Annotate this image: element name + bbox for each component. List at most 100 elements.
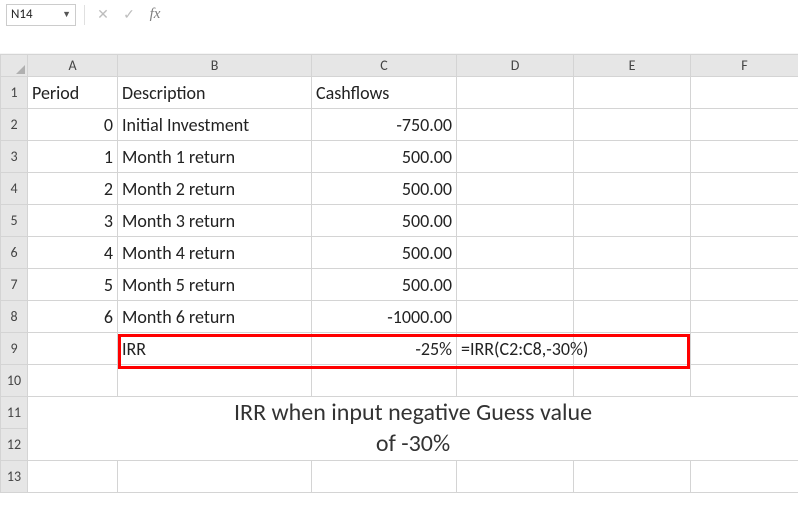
cell-B13[interactable] xyxy=(118,461,312,493)
cell-E13[interactable] xyxy=(574,461,691,493)
cell-B10[interactable] xyxy=(118,365,312,397)
row-header-4[interactable]: 4 xyxy=(1,173,28,205)
cell-D8[interactable] xyxy=(457,301,574,333)
cell-F3[interactable] xyxy=(691,141,798,173)
cell-D3[interactable] xyxy=(457,141,574,173)
cancel-icon[interactable]: ✕ xyxy=(93,5,113,25)
row-header-2[interactable]: 2 xyxy=(1,109,28,141)
cell-D13[interactable] xyxy=(457,461,574,493)
cell-E4[interactable] xyxy=(574,173,691,205)
cell-C5[interactable]: 500.00 xyxy=(312,205,457,237)
cell-E8[interactable] xyxy=(574,301,691,333)
row-header-1[interactable]: 1 xyxy=(1,77,28,109)
grid[interactable]: A B C D E F 1 Period Description Cashflo… xyxy=(0,54,798,493)
cell-C7[interactable]: 500.00 xyxy=(312,269,457,301)
row-header-6[interactable]: 6 xyxy=(1,237,28,269)
cell-F4[interactable] xyxy=(691,173,798,205)
cell-E3[interactable] xyxy=(574,141,691,173)
name-box-dropdown-icon[interactable]: ▼ xyxy=(58,9,71,20)
col-header-A[interactable]: A xyxy=(28,55,118,77)
col-header-C[interactable]: C xyxy=(312,55,457,77)
formula-input[interactable] xyxy=(171,4,792,26)
cell-B8[interactable]: Month 6 return xyxy=(118,301,312,333)
cell-C6[interactable]: 500.00 xyxy=(312,237,457,269)
cell-E9[interactable] xyxy=(574,333,691,365)
column-header-row: A B C D E F xyxy=(1,55,798,77)
caption-line2[interactable]: of -30% xyxy=(28,429,798,461)
cell-E1[interactable] xyxy=(574,77,691,109)
cell-A8[interactable]: 6 xyxy=(28,301,118,333)
cell-A2[interactable]: 0 xyxy=(28,109,118,141)
cell-A3[interactable]: 1 xyxy=(28,141,118,173)
cell-F1[interactable] xyxy=(691,77,798,109)
cell-B1[interactable]: Description xyxy=(118,77,312,109)
cell-B9[interactable]: IRR xyxy=(118,333,312,365)
cell-B5[interactable]: Month 3 return xyxy=(118,205,312,237)
cell-F7[interactable] xyxy=(691,269,798,301)
cell-F13[interactable] xyxy=(691,461,798,493)
row-header-8[interactable]: 8 xyxy=(1,301,28,333)
cell-F5[interactable] xyxy=(691,205,798,237)
cell-C4[interactable]: 500.00 xyxy=(312,173,457,205)
cell-A7[interactable]: 5 xyxy=(28,269,118,301)
cell-C13[interactable] xyxy=(312,461,457,493)
col-header-F[interactable]: F xyxy=(691,55,798,77)
cell-C10[interactable] xyxy=(312,365,457,397)
col-header-E[interactable]: E xyxy=(574,55,691,77)
cell-A6[interactable]: 4 xyxy=(28,237,118,269)
cell-A13[interactable] xyxy=(28,461,118,493)
cell-E10[interactable] xyxy=(574,365,691,397)
cell-D4[interactable] xyxy=(457,173,574,205)
cell-B6-value: Month 4 return xyxy=(118,244,311,262)
cell-D2[interactable] xyxy=(457,109,574,141)
cell-F2[interactable] xyxy=(691,109,798,141)
cell-A1[interactable]: Period xyxy=(28,77,118,109)
row-header-5[interactable]: 5 xyxy=(1,205,28,237)
cell-C1[interactable]: Cashflows xyxy=(312,77,457,109)
cell-D5[interactable] xyxy=(457,205,574,237)
cell-C3[interactable]: 500.00 xyxy=(312,141,457,173)
cell-E5[interactable] xyxy=(574,205,691,237)
row-1: 1 Period Description Cashflows xyxy=(1,77,798,109)
fx-icon[interactable]: fx xyxy=(145,5,165,25)
row-header-9[interactable]: 9 xyxy=(1,333,28,365)
name-box[interactable]: N14 ▼ xyxy=(6,4,76,26)
cell-E6[interactable] xyxy=(574,237,691,269)
cell-B2[interactable]: Initial Investment xyxy=(118,109,312,141)
cell-F6[interactable] xyxy=(691,237,798,269)
caption-line1[interactable]: IRR when input negative Guess value xyxy=(28,397,798,429)
cell-E2[interactable] xyxy=(574,109,691,141)
cell-A4[interactable]: 2 xyxy=(28,173,118,205)
cell-D1[interactable] xyxy=(457,77,574,109)
cell-A10[interactable] xyxy=(28,365,118,397)
cell-D6[interactable] xyxy=(457,237,574,269)
cell-C2[interactable]: -750.00 xyxy=(312,109,457,141)
cell-F9[interactable] xyxy=(691,333,798,365)
cell-B6[interactable]: Month 4 return xyxy=(118,237,312,269)
col-header-B[interactable]: B xyxy=(118,55,312,77)
row-header-12[interactable]: 12 xyxy=(1,429,28,461)
cell-C8[interactable]: -1000.00 xyxy=(312,301,457,333)
row-header-3[interactable]: 3 xyxy=(1,141,28,173)
select-all-corner[interactable] xyxy=(1,55,28,77)
cell-D7[interactable] xyxy=(457,269,574,301)
cell-D10[interactable] xyxy=(457,365,574,397)
cell-F10[interactable] xyxy=(691,365,798,397)
cell-B3-value: Month 1 return xyxy=(118,148,311,166)
cell-C9[interactable]: -25% xyxy=(312,333,457,365)
cell-A9[interactable] xyxy=(28,333,118,365)
row-header-10[interactable]: 10 xyxy=(1,365,28,397)
cell-F8[interactable] xyxy=(691,301,798,333)
cell-B3[interactable]: Month 1 return xyxy=(118,141,312,173)
enter-icon[interactable]: ✓ xyxy=(119,5,139,25)
row-header-11[interactable]: 11 xyxy=(1,397,28,429)
cell-A5-value: 3 xyxy=(28,212,117,230)
row-header-7[interactable]: 7 xyxy=(1,269,28,301)
row-header-13[interactable]: 13 xyxy=(1,461,28,493)
cell-B7[interactable]: Month 5 return xyxy=(118,269,312,301)
cell-E7[interactable] xyxy=(574,269,691,301)
cell-A5[interactable]: 3 xyxy=(28,205,118,237)
cell-B4[interactable]: Month 2 return xyxy=(118,173,312,205)
col-header-D[interactable]: D xyxy=(457,55,574,77)
cell-D9[interactable]: =IRR(C2:C8,-30%) xyxy=(457,333,574,365)
